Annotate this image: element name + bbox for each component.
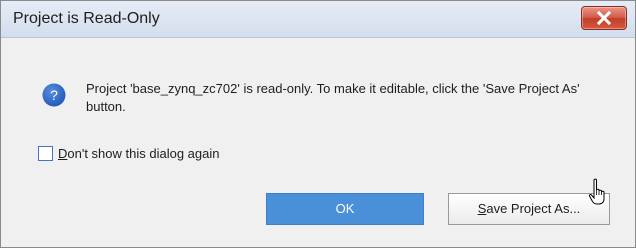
title-bar: Project is Read-Only bbox=[1, 1, 635, 38]
dont-show-again-label[interactable]: Don't show this dialog again bbox=[58, 146, 219, 161]
question-icon: ? bbox=[42, 83, 66, 107]
read-only-dialog: Project is Read-Only ? Project 'base_zyn… bbox=[0, 0, 636, 248]
checkbox-mnemonic: D bbox=[58, 146, 68, 161]
hand-pointer-icon bbox=[588, 178, 605, 205]
dont-show-again-checkbox[interactable] bbox=[38, 146, 53, 161]
dialog-title: Project is Read-Only bbox=[13, 10, 160, 27]
save-label-text: ave Project As... bbox=[486, 201, 581, 216]
svg-text:?: ? bbox=[50, 87, 58, 103]
close-button[interactable] bbox=[581, 6, 627, 30]
dialog-message: Project 'base_zynq_zc702' is read-only. … bbox=[86, 81, 580, 114]
save-project-as-button[interactable]: Save Project As... bbox=[448, 193, 610, 225]
dialog-body: ? Project 'base_zynq_zc702' is read-only… bbox=[1, 38, 635, 247]
checkbox-label-text: on't show this dialog again bbox=[67, 146, 220, 161]
ok-button[interactable]: OK bbox=[266, 193, 424, 225]
close-icon bbox=[597, 11, 611, 25]
